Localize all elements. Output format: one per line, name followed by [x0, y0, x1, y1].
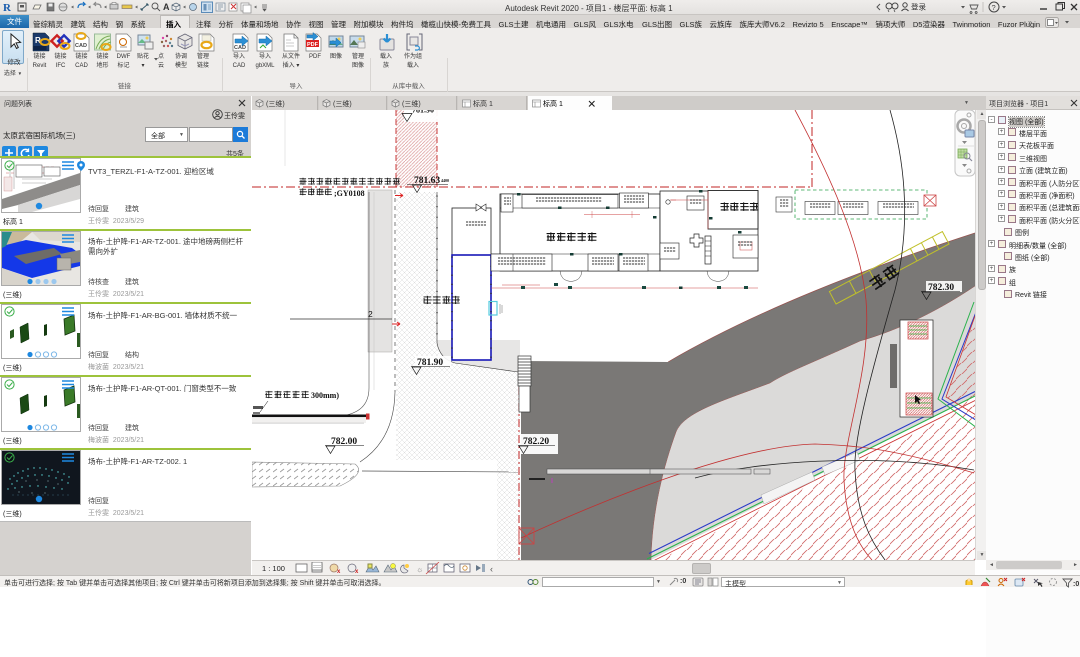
- svg-text:A: A: [163, 2, 170, 12]
- svg-text:登录: 登录: [911, 2, 926, 12]
- svg-text:CAD: CAD: [234, 45, 246, 51]
- svg-text:;GY0108: ;GY0108: [334, 189, 365, 198]
- svg-text:781.90: 781.90: [412, 110, 434, 115]
- svg-text:2: 2: [368, 309, 373, 319]
- svg-text:☼: ☼: [416, 565, 423, 574]
- svg-text:R: R: [3, 2, 12, 14]
- svg-text:‹: ‹: [490, 564, 493, 574]
- svg-text:300mm): 300mm): [311, 391, 339, 400]
- svg-text:CAD: CAD: [75, 43, 87, 49]
- svg-text:PDF: PDF: [307, 42, 319, 48]
- svg-text:4400: 4400: [441, 178, 449, 183]
- svg-text::0: :0: [1073, 581, 1079, 588]
- svg-text:?: ?: [992, 3, 996, 12]
